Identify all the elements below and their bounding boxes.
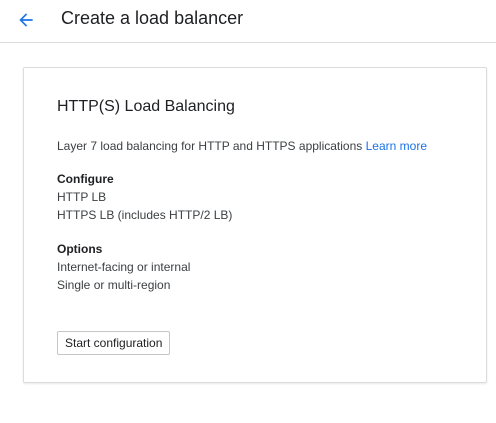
configure-item-http: HTTP LB	[57, 190, 107, 204]
configure-heading: Configure	[57, 172, 114, 186]
card-description: Layer 7 load balancing for HTTP and HTTP…	[57, 138, 427, 154]
arrow-left-icon	[16, 10, 36, 30]
options-heading: Options	[57, 242, 103, 256]
options-item-region: Single or multi-region	[57, 278, 171, 292]
description-text: Layer 7 load balancing for HTTP and HTTP…	[57, 139, 363, 153]
configure-item-https: HTTPS LB (includes HTTP/2 LB)	[57, 208, 233, 222]
card-title: HTTP(S) Load Balancing	[57, 98, 235, 115]
start-configuration-button[interactable]: Start configuration	[57, 331, 171, 355]
back-button[interactable]	[10, 4, 42, 36]
app-header: Create a load balancer	[0, 0, 496, 43]
options-item-facing: Internet-facing or internal	[57, 260, 191, 274]
page-title: Create a load balancer	[61, 8, 244, 28]
learn-more-link[interactable]: Learn more	[366, 139, 427, 153]
http-load-balancing-card: HTTP(S) Load Balancing Layer 7 load bala…	[23, 67, 487, 383]
